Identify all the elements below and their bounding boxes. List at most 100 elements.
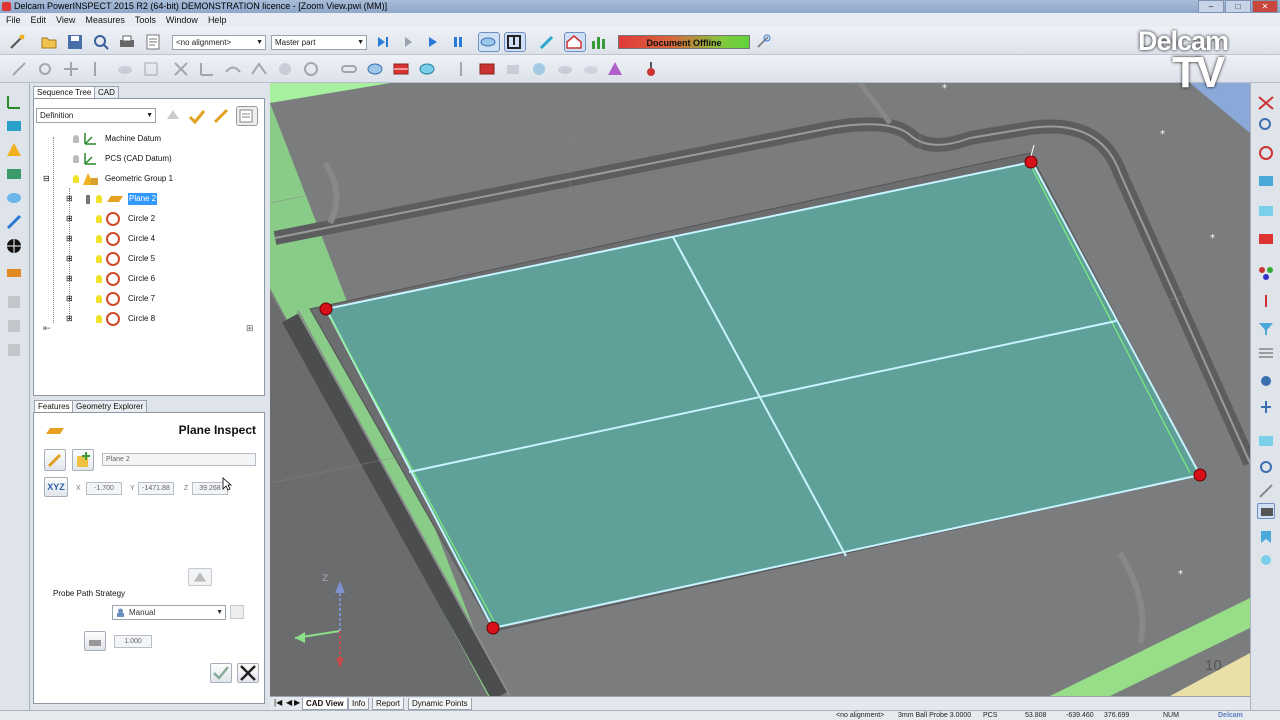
arc-icon[interactable] — [302, 60, 320, 78]
tree-item-circle-8[interactable]: ⊞ Circle 8 — [34, 311, 264, 327]
expand-toggle-icon[interactable]: ⊞ — [66, 311, 73, 327]
grid-view-icon[interactable] — [1257, 345, 1275, 361]
tree-item-plane-2[interactable]: ⊞ Plane 2 — [34, 191, 264, 207]
probe-point[interactable] — [1024, 155, 1038, 169]
visibility-bulb-icon[interactable] — [96, 295, 102, 303]
table-icon[interactable] — [478, 60, 496, 78]
geometric-group-side-icon[interactable] — [5, 141, 23, 159]
properties-icon[interactable] — [236, 106, 258, 126]
tree-item-circle-4[interactable]: ⊞ Circle 4 — [34, 231, 264, 247]
surface-icon[interactable] — [224, 60, 242, 78]
tab-scroll-next-icon[interactable]: ▶ — [294, 698, 300, 707]
save-icon[interactable] — [66, 33, 84, 51]
probe-view-side-icon[interactable] — [1257, 433, 1275, 449]
cloud-icon[interactable] — [116, 60, 134, 78]
probe-path-options-button[interactable] — [230, 605, 244, 619]
point-cloud-icon[interactable] — [366, 60, 384, 78]
expand-toggle-icon[interactable]: ⊞ — [66, 271, 73, 287]
zoom-icon[interactable] — [1257, 117, 1275, 133]
view-iso-icon[interactable] — [1257, 173, 1275, 189]
visibility-bulb-icon[interactable] — [96, 275, 102, 283]
part-select[interactable]: Master part ▼ — [271, 35, 367, 50]
spacing-icon[interactable] — [84, 631, 106, 651]
tab-dynamic-points[interactable]: Dynamic Points — [408, 698, 472, 710]
edge-icon[interactable] — [250, 60, 268, 78]
tab-geometry-explorer[interactable]: Geometry Explorer — [72, 400, 148, 412]
target-icon[interactable] — [5, 237, 23, 255]
probe-pen-icon[interactable] — [538, 33, 556, 51]
tab-cad[interactable]: CAD — [94, 86, 119, 98]
expand-toggle-icon[interactable]: ⊞ — [66, 251, 73, 267]
visibility-bulb-icon[interactable] — [96, 235, 102, 243]
gauge-icon[interactable] — [5, 261, 23, 279]
tree-item-circle-6[interactable]: ⊞ Circle 6 — [34, 271, 264, 287]
insert-before-icon[interactable]: ⇤ — [43, 323, 51, 334]
visibility-bulb-icon[interactable] — [96, 315, 102, 323]
cross-icon[interactable] — [172, 60, 190, 78]
home-icon[interactable] — [564, 32, 586, 52]
chart-icon[interactable] — [590, 33, 608, 51]
cad-viewport[interactable]: * * * * Z 10 — [270, 83, 1250, 696]
visibility-bulb-icon[interactable] — [96, 255, 102, 263]
x-field[interactable]: -1.700 — [86, 482, 122, 495]
move-icon[interactable] — [62, 60, 80, 78]
probe-icon[interactable] — [642, 60, 660, 78]
feature-name-field[interactable]: Plane 2 — [102, 453, 256, 466]
view-top-icon[interactable] — [1257, 203, 1275, 219]
tab-sequence-tree[interactable]: Sequence Tree — [33, 86, 96, 98]
measure-view-icon[interactable] — [1257, 399, 1275, 415]
menu-measures[interactable]: Measures — [83, 15, 127, 25]
tree-item-machine-datum[interactable]: Machine Datum — [34, 131, 264, 147]
y-field[interactable]: -1471.88 — [138, 482, 174, 495]
cmm-machine-icon[interactable] — [504, 32, 526, 52]
surface-inspect-icon[interactable] — [5, 117, 23, 135]
menu-help[interactable]: Help — [206, 15, 229, 25]
probe-path-select[interactable]: Manual ▼ — [112, 605, 226, 620]
menu-edit[interactable]: Edit — [29, 15, 49, 25]
fixture3-icon[interactable] — [5, 341, 23, 359]
datum-icon[interactable] — [5, 93, 23, 111]
alignment-select[interactable]: <no alignment> ▼ — [172, 35, 266, 50]
definition-select[interactable]: Definition ▼ — [36, 108, 156, 123]
step-icon[interactable] — [400, 33, 418, 51]
spacing-field[interactable]: 1.000 — [114, 635, 152, 648]
fixture2-icon[interactable] — [5, 317, 23, 335]
tab-features[interactable]: Features — [34, 400, 74, 412]
cad-mode-icon[interactable] — [1257, 503, 1275, 519]
snap-icon[interactable] — [1257, 459, 1275, 475]
collapse-toggle-icon[interactable]: ⊟ — [43, 171, 50, 187]
visibility-bulb-icon[interactable] — [96, 215, 102, 223]
report-icon[interactable] — [144, 33, 162, 51]
bookmark-icon[interactable] — [1257, 529, 1275, 545]
pin-icon[interactable] — [452, 60, 470, 78]
tree-item-circle-2[interactable]: ⊞ Circle 2 — [34, 211, 264, 227]
tree-item-pcs[interactable]: PCS (CAD Datum) — [34, 151, 264, 167]
expand-toggle-icon[interactable]: ⊞ — [66, 231, 73, 247]
view-front-icon[interactable] — [1257, 231, 1275, 247]
xyz-button[interactable]: XYZ — [44, 477, 68, 497]
expand-toggle-icon[interactable]: ⊞ — [66, 211, 73, 227]
mesh-icon[interactable] — [582, 60, 600, 78]
probe-view-icon[interactable] — [478, 32, 500, 52]
edit-pencil-icon[interactable] — [212, 107, 230, 125]
tab-cad-view[interactable]: CAD View — [302, 698, 348, 710]
probe-group-icon[interactable] — [5, 213, 23, 231]
fixture-icon[interactable] — [5, 293, 23, 311]
expand-toggle-icon[interactable]: ⊞ — [66, 191, 73, 207]
connect-probe-icon[interactable] — [754, 33, 772, 51]
visibility-bulb-icon[interactable] — [73, 155, 79, 163]
cloud-gray-icon[interactable] — [556, 60, 574, 78]
tree-item-geometric-group[interactable]: ⊟ Geometric Group 1 — [34, 171, 264, 187]
print-icon[interactable] — [118, 33, 136, 51]
slot-icon[interactable] — [340, 60, 358, 78]
cancel-button[interactable] — [237, 663, 259, 683]
visibility-bulb-icon[interactable] — [96, 195, 102, 203]
play-icon[interactable] — [424, 33, 442, 51]
menu-view[interactable]: View — [54, 15, 77, 25]
report-grid-icon[interactable] — [392, 60, 410, 78]
light-icon[interactable] — [1257, 553, 1275, 569]
probe-point[interactable] — [1193, 468, 1207, 482]
edit-feature-button[interactable] — [44, 449, 66, 471]
visibility-bulb-icon[interactable] — [73, 135, 79, 143]
height-icon[interactable] — [86, 60, 104, 78]
